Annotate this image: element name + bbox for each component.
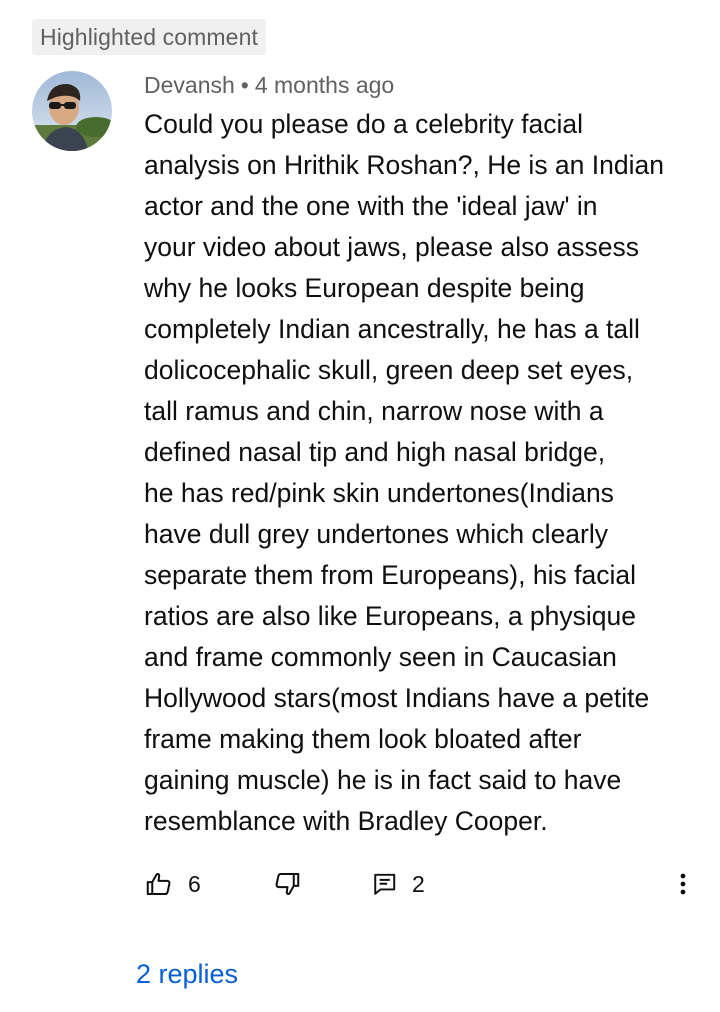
- more-actions-button[interactable]: [670, 862, 696, 906]
- avatar[interactable]: [32, 71, 112, 151]
- comment-action-bar: 6 2: [144, 862, 704, 906]
- comment-line: your video about jaws, please also asses…: [144, 232, 639, 262]
- comment-line: and frame commonly seen in Caucasian: [144, 642, 617, 672]
- comment-line: gaining muscle) he is in fact said to ha…: [144, 765, 622, 795]
- reply-button[interactable]: 2: [372, 862, 425, 906]
- like-count: 6: [188, 870, 201, 897]
- comment-line: defined nasal tip and high nasal bridge,: [144, 437, 606, 467]
- comment-line: frame making them look bloated after: [144, 724, 582, 754]
- comment-line: actor and the one with the 'ideal jaw' i…: [144, 191, 598, 221]
- like-button[interactable]: 6: [144, 862, 201, 906]
- avatar-image: [32, 71, 112, 151]
- highlighted-comment-badge: Highlighted comment: [32, 19, 266, 55]
- comment-line: why he looks European despite being: [144, 273, 585, 303]
- comment-icon: [374, 873, 396, 895]
- dislike-button[interactable]: [272, 862, 302, 906]
- comment-body: Could you please do a celebrity facial a…: [144, 104, 689, 842]
- comment-timestamp[interactable]: 4 months ago: [255, 72, 394, 98]
- thumb-up-icon: [146, 873, 171, 895]
- reply-count: 2: [412, 870, 425, 897]
- thumb-down-icon: [275, 873, 300, 895]
- comment-line: ratios are also like Europeans, a physiq…: [144, 601, 637, 631]
- comment-line: have dull grey undertones which clearly: [144, 519, 609, 549]
- comment-header: Devansh • 4 months ago: [144, 70, 394, 100]
- comment-line: separate them from Europeans), his facia…: [144, 560, 636, 590]
- comment-line: completely Indian ancestrally, he has a …: [144, 314, 640, 344]
- author-name[interactable]: Devansh: [144, 72, 235, 98]
- comment-line: dolicocephalic skull, green deep set eye…: [144, 355, 634, 385]
- more-vert-icon: [680, 873, 686, 895]
- comment-line: tall ramus and chin, narrow nose with a: [144, 396, 604, 426]
- comment-line: Hollywood stars(most Indians have a peti…: [144, 683, 650, 713]
- view-replies-link[interactable]: 2 replies: [136, 956, 238, 992]
- comment-line: analysis on Hrithik Roshan?, He is an In…: [144, 150, 664, 180]
- comment-line: Could you please do a celebrity facial: [144, 109, 583, 139]
- comment-line: resemblance with Bradley Cooper.: [144, 806, 548, 836]
- comment-line: he has red/pink skin undertones(Indians: [144, 478, 614, 508]
- meta-separator: •: [240, 72, 249, 98]
